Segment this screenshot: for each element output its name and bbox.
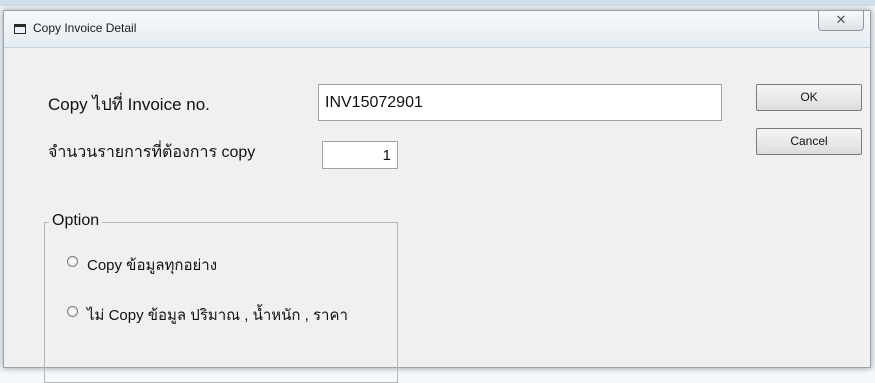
option-exclude-values-label: ไม่ Copy ข้อมูล ปริมาณ , น้ำหนัก , ราคา	[87, 307, 348, 324]
invoice-no-input[interactable]: INV15072901	[318, 84, 722, 121]
ok-button[interactable]: OK	[756, 84, 862, 111]
title-bar: Copy Invoice Detail ✕	[4, 11, 870, 48]
option-copy-all-label: Copy ข้อมูลทุกอย่าง	[87, 257, 218, 274]
close-icon: ✕	[835, 13, 847, 28]
close-button[interactable]: ✕	[818, 11, 864, 31]
dialog-content: Copy ไปที่ Invoice no. INV15072901 จำนวน…	[4, 48, 870, 383]
radio-copy-all[interactable]	[67, 256, 78, 267]
window-icon	[14, 24, 26, 34]
copy-count-label: จำนวนรายการที่ต้องการ copy	[48, 144, 256, 161]
option-legend: Option	[49, 212, 103, 230]
copy-invoice-dialog: Copy Invoice Detail ✕ Copy ไปที่ Invoice…	[3, 10, 871, 383]
dialog-title: Copy Invoice Detail	[33, 21, 137, 35]
invoice-no-label: Copy ไปที่ Invoice no.	[48, 95, 210, 114]
copy-count-input[interactable]: 1	[322, 141, 398, 169]
cancel-button[interactable]: Cancel	[756, 128, 862, 155]
background-stripe	[0, 0, 875, 6]
option-groupbox: Option Copy ข้อมูลทุกอย่าง ไม่ Copy ข้อม…	[44, 212, 398, 383]
radio-exclude-values[interactable]	[67, 306, 78, 317]
